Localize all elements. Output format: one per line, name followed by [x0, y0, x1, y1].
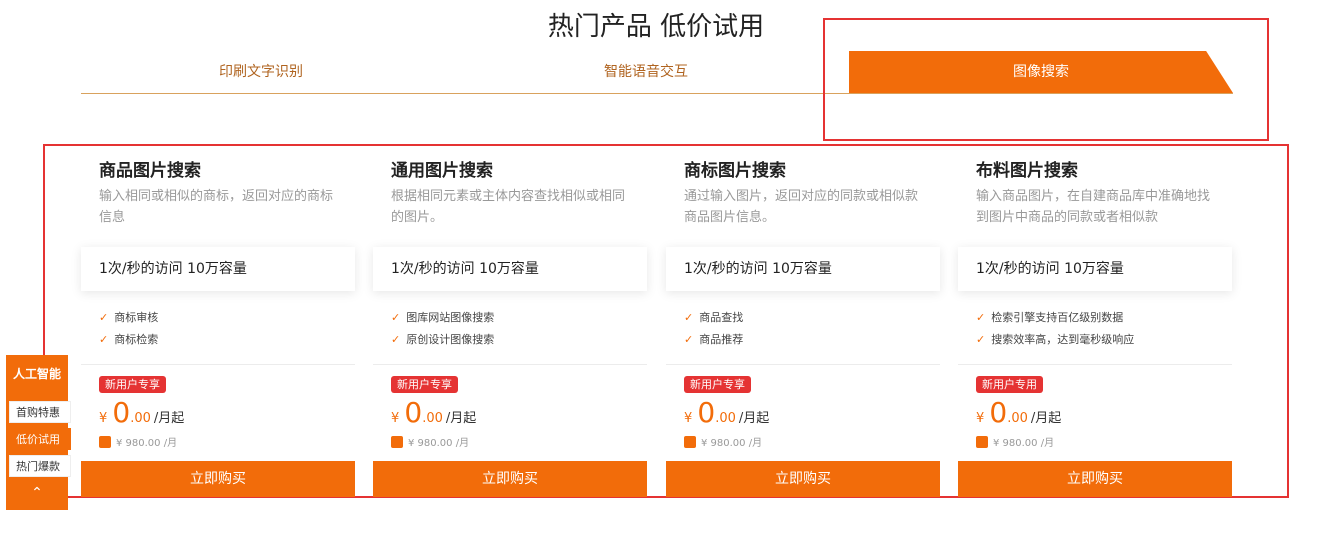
price-decimal: .00: [1007, 411, 1028, 426]
original-price: ¥ 980.00 /月: [99, 434, 177, 449]
feature-label: 商标审核: [114, 311, 159, 324]
feature-item: ✓ 检索引擎支持百亿级别数据: [976, 309, 1123, 325]
original-price: ¥ 980.00 /月: [391, 434, 469, 449]
price-currency: ¥: [99, 411, 108, 426]
quota-box: 1次/秒的访问 10万容量: [81, 247, 355, 291]
new-user-badge: 新用户专用: [976, 376, 1043, 393]
check-icon: ✓: [976, 333, 986, 346]
feature-label: 商标检索: [114, 333, 159, 346]
price-currency: ¥: [684, 411, 693, 426]
feature-item: ✓ 搜索效率高，达到毫秒级响应: [976, 331, 1134, 347]
price-unit: /月起: [153, 411, 185, 426]
feature-item: ✓ 商品查找: [684, 309, 743, 325]
feature-label: 搜索效率高，达到毫秒级响应: [991, 333, 1135, 346]
buy-now-button[interactable]: 立即购买: [81, 461, 355, 497]
original-price-text: ¥ 980.00 /月: [116, 438, 178, 449]
gift-icon: [976, 436, 988, 448]
product-card: 通用图片搜索 根据相同元素或主体内容查找相似或相同的图片。 1次/秒的访问 10…: [373, 144, 649, 498]
price: ¥ 0.00/月起: [391, 396, 477, 429]
original-price-text: ¥ 980.00 /月: [408, 438, 470, 449]
card-title: 布料图片搜索: [976, 161, 1078, 181]
buy-now-button[interactable]: 立即购买: [958, 461, 1232, 497]
original-price: ¥ 980.00 /月: [684, 434, 762, 449]
check-icon: ✓: [684, 333, 694, 346]
price-unit: /月起: [445, 411, 477, 426]
price-integer: 0: [697, 396, 716, 429]
gift-icon: [99, 436, 111, 448]
card-title: 商标图片搜索: [684, 161, 786, 181]
feature-item: ✓ 原创设计图像搜索: [391, 331, 494, 347]
card-title: 商品图片搜索: [99, 161, 201, 181]
original-price: ¥ 980.00 /月: [976, 434, 1054, 449]
check-icon: ✓: [391, 333, 401, 346]
feature-label: 原创设计图像搜索: [406, 333, 495, 346]
divider: [81, 364, 355, 365]
feature-label: 检索引擎支持百亿级别数据: [991, 311, 1124, 324]
price: ¥ 0.00/月起: [99, 396, 185, 429]
product-card: 商标图片搜索 通过输入图片，返回对应的同款或相似款商品图片信息。 1次/秒的访问…: [666, 144, 942, 498]
card-title: 通用图片搜索: [391, 161, 493, 181]
feature-label: 商品查找: [699, 311, 744, 324]
sidebar-item-hot-deals[interactable]: 热门爆款: [9, 455, 71, 477]
price-integer: 0: [989, 396, 1008, 429]
quota-box: 1次/秒的访问 10万容量: [666, 247, 940, 291]
price-unit: /月起: [1030, 411, 1062, 426]
sidebar-item-first-purchase[interactable]: 首购特惠: [9, 401, 71, 423]
new-user-badge: 新用户专享: [99, 376, 166, 393]
floating-sidebar: 人工智能 首购特惠 低价试用 热门爆款 ⌃: [6, 355, 71, 510]
card-description: 输入相同或相似的商标，返回对应的商标信息: [99, 189, 334, 225]
quota-box: 1次/秒的访问 10万容量: [373, 247, 647, 291]
buy-now-button[interactable]: 立即购买: [373, 461, 647, 497]
original-price-text: ¥ 980.00 /月: [701, 438, 763, 449]
price-decimal: .00: [715, 411, 736, 426]
price: ¥ 0.00/月起: [976, 396, 1062, 429]
sidebar-item-low-price-trial[interactable]: 低价试用: [9, 428, 71, 450]
highlight-box-tab: [823, 18, 1269, 141]
feature-item: ✓ 商标审核: [99, 309, 158, 325]
feature-item: ✓ 商品推荐: [684, 331, 743, 347]
feature-label: 商品推荐: [699, 333, 744, 346]
check-icon: ✓: [391, 311, 401, 324]
price-unit: /月起: [738, 411, 770, 426]
quota-box: 1次/秒的访问 10万容量: [958, 247, 1232, 291]
price: ¥ 0.00/月起: [684, 396, 770, 429]
check-icon: ✓: [976, 311, 986, 324]
check-icon: ✓: [99, 311, 109, 324]
divider: [958, 364, 1232, 365]
new-user-badge: 新用户专享: [391, 376, 458, 393]
feature-item: ✓ 图库网站图像搜索: [391, 309, 494, 325]
card-description: 根据相同元素或主体内容查找相似或相同的图片。: [391, 189, 626, 225]
chevron-up-icon[interactable]: ⌃: [6, 485, 68, 501]
buy-now-button[interactable]: 立即购买: [666, 461, 940, 497]
price-integer: 0: [404, 396, 423, 429]
sidebar-heading: 人工智能: [12, 367, 61, 381]
tab-ocr[interactable]: 印刷文字识别: [81, 51, 441, 93]
price-currency: ¥: [976, 411, 985, 426]
divider: [373, 364, 647, 365]
product-card: 布料图片搜索 输入商品图片，在自建商品库中准确地找到图片中商品的同款或者相似款 …: [958, 144, 1234, 498]
price-currency: ¥: [391, 411, 400, 426]
card-description: 通过输入图片，返回对应的同款或相似款商品图片信息。: [684, 189, 919, 225]
original-price-text: ¥ 980.00 /月: [993, 438, 1055, 449]
feature-item: ✓ 商标检索: [99, 331, 158, 347]
price-decimal: .00: [422, 411, 443, 426]
gift-icon: [391, 436, 403, 448]
divider: [666, 364, 940, 365]
price-integer: 0: [112, 396, 131, 429]
tab-voice-interaction[interactable]: 智能语音交互: [466, 51, 826, 93]
price-decimal: .00: [130, 411, 151, 426]
new-user-badge: 新用户专享: [684, 376, 751, 393]
gift-icon: [684, 436, 696, 448]
check-icon: ✓: [684, 311, 694, 324]
product-card: 商品图片搜索 输入相同或相似的商标，返回对应的商标信息 1次/秒的访问 10万容…: [81, 144, 357, 498]
check-icon: ✓: [99, 333, 109, 346]
card-description: 输入商品图片，在自建商品库中准确地找到图片中商品的同款或者相似款: [976, 189, 1211, 225]
feature-label: 图库网站图像搜索: [406, 311, 495, 324]
